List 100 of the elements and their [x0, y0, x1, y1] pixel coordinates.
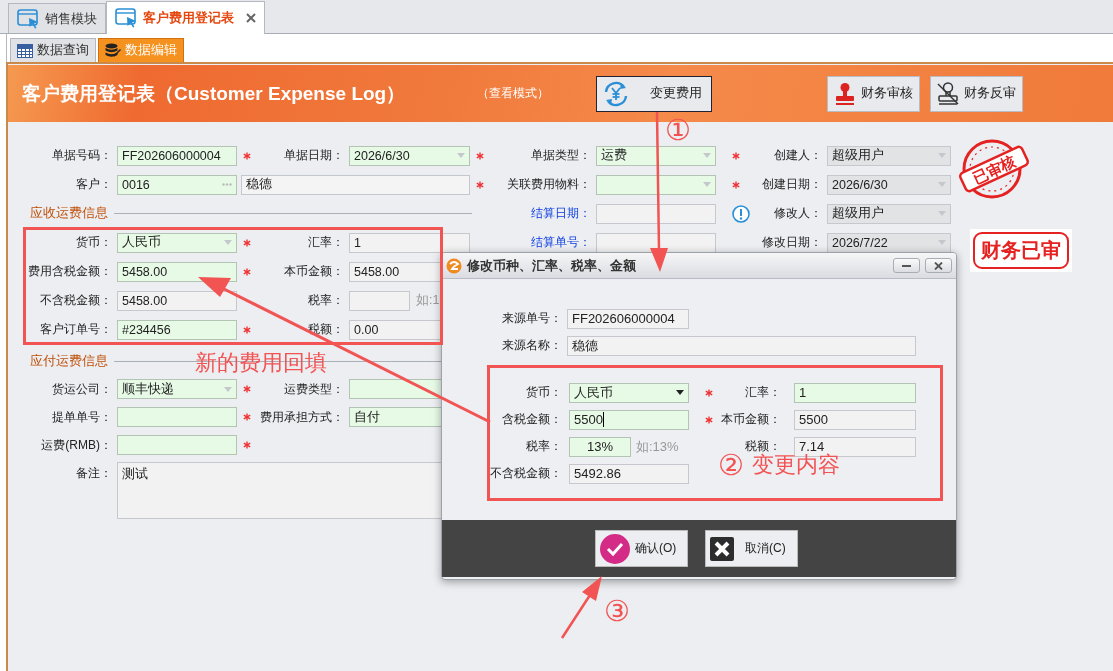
field-label: 税率：: [308, 292, 344, 309]
field-label: 费用含税金额：: [28, 263, 112, 280]
dropdown-field[interactable]: [596, 174, 716, 195]
dropdown-field[interactable]: 2026/6/30: [349, 145, 470, 166]
dropdown-arrow-icon: [938, 211, 946, 216]
page-title: 客户费用登记表（Customer Expense Log）: [22, 82, 406, 104]
dropdown-field[interactable]: 超级用户: [827, 145, 951, 166]
field-label: 不含税金额：: [40, 292, 112, 309]
dropdown-arrow-icon: [938, 182, 946, 187]
text-field[interactable]: FF202606000004: [117, 145, 237, 166]
field-label: 客户订单号：: [40, 321, 112, 338]
step-number: ①: [665, 116, 691, 145]
text-field[interactable]: 5458.00: [117, 261, 237, 282]
field-label: 创建日期：: [762, 176, 822, 193]
annotation-note: 新的费用回填: [195, 352, 327, 374]
field-label: 单据号码：: [52, 147, 112, 164]
dropdown-field[interactable]: 人民币: [569, 382, 689, 403]
field-label: 税额：: [745, 438, 781, 453]
section-title: 应收运费信息: [30, 205, 108, 222]
field-label: 结算日期：: [531, 205, 591, 222]
mode-label: （查看模式）: [477, 86, 549, 100]
dropdown-field[interactable]: 超级用户: [827, 203, 951, 224]
minimize-button[interactable]: [893, 258, 920, 273]
text-field[interactable]: 5458.00: [117, 290, 237, 311]
text-field[interactable]: 5492.86: [569, 463, 689, 484]
check-icon: [600, 533, 630, 564]
field-label: 结算单号：: [531, 234, 591, 251]
text-field[interactable]: 稳德: [567, 335, 916, 356]
module-tab[interactable]: 销售模块: [8, 3, 106, 33]
hint-text: 如:1: [415, 292, 440, 309]
toolbar-button[interactable]: 变更费用: [596, 75, 712, 112]
dropdown-field[interactable]: 人民币: [117, 232, 237, 253]
field-label: 税率：: [526, 438, 562, 455]
close-icon: [934, 261, 943, 270]
field-label: 来源单号：: [502, 310, 562, 327]
dropdown-arrow-icon: [224, 386, 232, 392]
toolbar-button[interactable]: 财务反审: [930, 75, 1023, 112]
dropdown-arrow-icon: [457, 153, 465, 158]
text-field[interactable]: #234456: [117, 319, 237, 340]
view-tab[interactable]: 数据查询: [10, 38, 96, 62]
module-tab[interactable]: 客户费用登记表: [106, 1, 265, 34]
field-label: 含税金额：: [502, 411, 562, 428]
field-label: 本币金额：: [284, 263, 344, 280]
cancel-button[interactable]: 取消(C): [705, 530, 798, 567]
field-label: 客户：: [76, 176, 112, 193]
field-label: 不含税金额：: [490, 465, 562, 482]
close-button[interactable]: [925, 258, 952, 273]
stamp-icon: [833, 81, 857, 106]
cross-icon: [710, 536, 734, 561]
field-label: 创建人：: [774, 147, 822, 164]
text-field[interactable]: 1: [349, 232, 470, 253]
text-field[interactable]: [117, 407, 237, 427]
minimize-icon: [902, 264, 911, 267]
text-field[interactable]: [596, 203, 716, 224]
text-field[interactable]: [349, 290, 410, 311]
lookup-field[interactable]: 0016: [117, 174, 237, 195]
step-number: ③: [604, 597, 630, 626]
database-pencil-icon: [105, 43, 121, 58]
step-number: ②: [718, 451, 744, 480]
dropdown-field[interactable]: 顺丰快递: [117, 379, 237, 399]
field-label: 修改人：: [774, 205, 822, 222]
toolbar-button[interactable]: 财务审核: [827, 75, 920, 112]
text-field[interactable]: 5500: [569, 409, 689, 430]
annotation-note: 变更内容: [752, 454, 840, 476]
hint-text: 如:13%: [635, 437, 679, 456]
dropdown-arrow-icon: [938, 240, 946, 245]
dropdown-arrow-icon: [703, 182, 711, 187]
field-label: 运费(RMB)：: [41, 436, 112, 454]
currency-exchange-icon: [602, 79, 630, 108]
crossed-stamp-icon: [936, 81, 960, 106]
text-field[interactable]: FF202606000004: [567, 308, 689, 329]
field-label: 备注：: [76, 465, 112, 482]
text-field[interactable]: [117, 435, 237, 455]
field-label: 费用承担方式：: [260, 408, 344, 426]
field-label: 货运公司：: [52, 380, 112, 398]
text-field[interactable]: 5500: [794, 409, 916, 430]
dropdown-field[interactable]: 2026/6/30: [827, 174, 951, 195]
field-label: 修改日期：: [762, 234, 822, 251]
field-label: 货币：: [76, 234, 112, 251]
arrow: [560, 576, 602, 639]
text-field[interactable]: 13%: [569, 436, 631, 457]
dropdown-field[interactable]: 运费: [596, 145, 716, 166]
grid-icon: [17, 43, 33, 58]
text-field[interactable]: 稳德: [241, 174, 470, 195]
app-logo-icon: [446, 257, 462, 274]
field-label: 关联费用物料：: [507, 176, 591, 193]
field-label: 提单单号：: [52, 408, 112, 426]
dropdown-arrow-icon: [938, 153, 946, 158]
window-cursor-icon: [115, 8, 137, 28]
text-field[interactable]: [596, 232, 716, 253]
field-label: 单据日期：: [284, 147, 344, 164]
field-label: 单据类型：: [531, 147, 591, 164]
dropdown-arrow-icon: [676, 390, 684, 395]
dropdown-field[interactable]: 2026/7/22: [827, 232, 951, 253]
text-field[interactable]: 1: [794, 382, 916, 403]
field-label: 汇率：: [745, 384, 781, 401]
dropdown-arrow-icon: [703, 153, 711, 158]
confirm-button[interactable]: 确认(O): [595, 530, 688, 567]
window-cursor-icon: [17, 8, 39, 29]
field-label: 汇率：: [308, 234, 344, 251]
